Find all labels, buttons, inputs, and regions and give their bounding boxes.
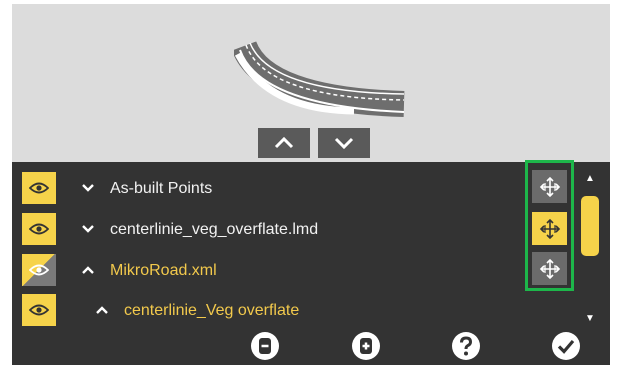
chevron-up-icon[interactable] [92,300,112,320]
layer-label: As-built Points [110,180,213,197]
move-arrows-icon [539,218,560,239]
nav-up-button[interactable] [258,128,310,158]
chevron-up-icon[interactable] [78,260,98,280]
eye-icon [29,264,49,276]
chevron-down-icon[interactable] [78,219,98,239]
move-button-group [525,160,574,291]
help-button[interactable] [450,330,482,362]
layer-label: centerlinie_Veg overflate [124,302,300,319]
chevron-up-icon [274,136,294,149]
road-alignment-preview [234,40,405,117]
app-window: As-built Points centerlinie_veg_overflat… [12,4,610,365]
move-layer-button[interactable] [532,170,567,203]
layer-label: MikroRoad.xml [110,262,217,279]
move-arrows-icon [539,258,560,279]
layer-row[interactable]: centerlinie_veg_overflate.lmd [12,211,532,247]
layer-label: centerlinie_veg_overflate.lmd [110,221,319,238]
collapse-all-button[interactable] [249,330,281,362]
layer-scrollbar[interactable]: ▲ ▼ [578,170,602,326]
layer-row[interactable]: centerlinie_Veg overflate [12,292,532,328]
scroll-thumb[interactable] [581,196,599,256]
layer-row[interactable]: As-built Points [12,170,532,206]
visibility-toggle[interactable] [22,254,56,286]
move-layer-button[interactable] [532,212,567,245]
eye-icon [29,182,49,194]
layer-row[interactable]: MikroRoad.xml [12,252,532,288]
expand-all-button[interactable] [350,330,382,362]
nav-down-button[interactable] [318,128,370,158]
chevron-down-icon[interactable] [78,178,98,198]
eye-icon [29,223,49,235]
scroll-up-arrow-icon[interactable]: ▲ [578,170,602,186]
confirm-button[interactable] [550,330,582,362]
chevron-down-icon [334,137,354,150]
eye-icon [29,304,49,316]
visibility-toggle[interactable] [22,294,56,326]
scroll-down-arrow-icon[interactable]: ▼ [578,310,602,326]
visibility-toggle[interactable] [22,172,56,204]
move-arrows-icon [539,176,560,197]
layer-list: As-built Points centerlinie_veg_overflat… [12,164,610,326]
visibility-toggle[interactable] [22,213,56,245]
move-layer-button[interactable] [532,252,567,285]
map-viewer[interactable] [12,4,610,162]
